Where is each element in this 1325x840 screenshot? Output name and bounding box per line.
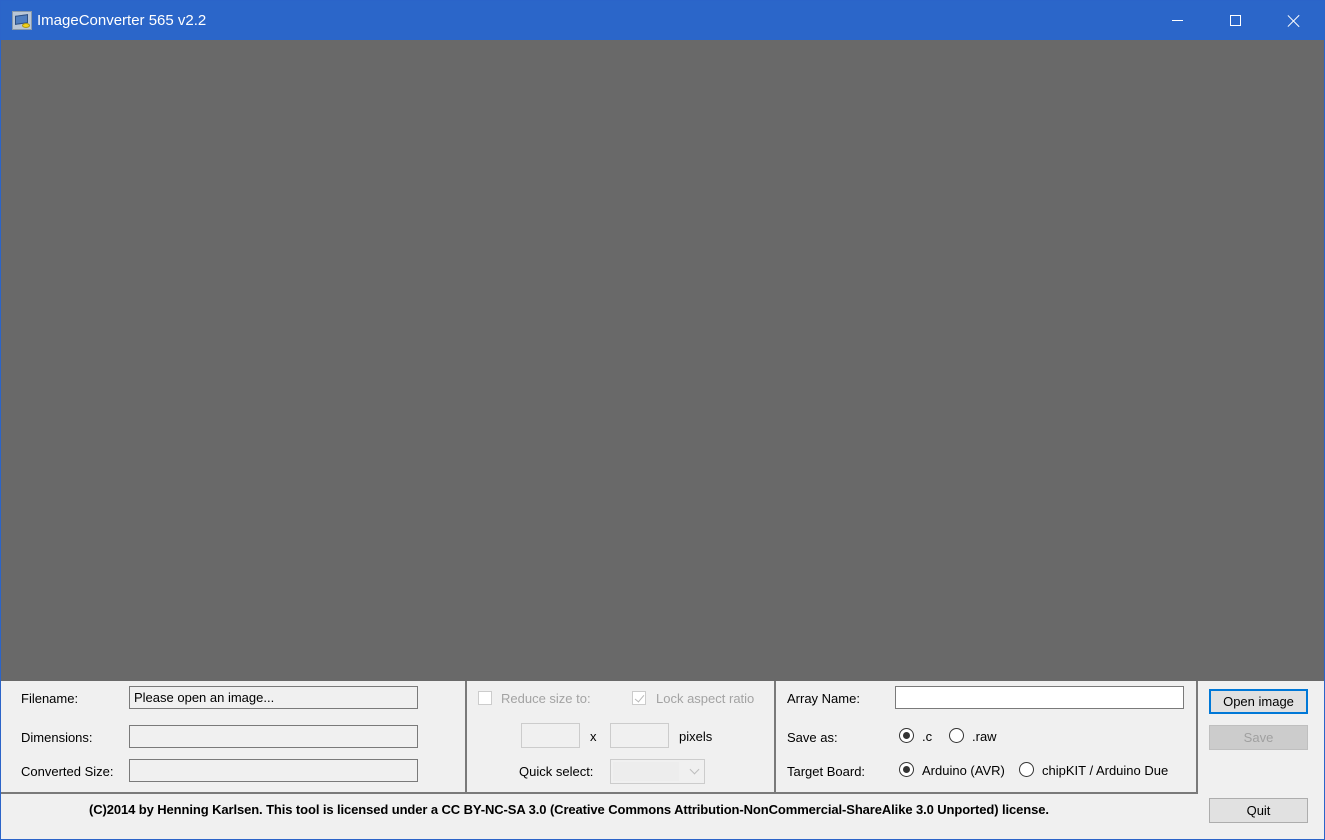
board-arduino-avr-radio[interactable] <box>899 762 914 777</box>
array-name-label: Array Name: <box>787 691 860 706</box>
save-as-raw-label[interactable]: .raw <box>972 729 997 744</box>
minimize-icon <box>1171 20 1183 21</box>
filename-label: Filename: <box>21 691 79 706</box>
lock-aspect-label: Lock aspect ratio <box>656 691 755 706</box>
checkmark-icon <box>634 692 645 703</box>
resize-panel: Reduce size to: Lock aspect ratio x pixe… <box>466 681 775 794</box>
quick-select-dropdown[interactable] <box>610 759 705 784</box>
save-as-raw-radio[interactable] <box>949 728 964 743</box>
window-title: ImageConverter 565 v2.2 <box>37 12 207 29</box>
maximize-button[interactable] <box>1206 1 1264 40</box>
app-icon[interactable] <box>12 11 32 30</box>
width-input[interactable] <box>521 723 580 748</box>
title-bar[interactable]: ImageConverter 565 v2.2 <box>1 1 1324 40</box>
save-as-c-radio[interactable] <box>899 728 914 743</box>
quit-button[interactable]: Quit <box>1209 798 1308 823</box>
lock-aspect-checkbox[interactable] <box>632 691 646 705</box>
quick-select-value <box>613 762 679 781</box>
file-info-panel: Filename: Please open an image... Dimens… <box>1 681 466 794</box>
pixels-label: pixels <box>679 729 713 744</box>
chevron-down-icon <box>689 764 700 775</box>
disk-icon-part <box>22 23 30 28</box>
quick-select-label: Quick select: <box>519 764 594 779</box>
open-image-button[interactable]: Open image <box>1209 689 1308 714</box>
filename-field[interactable]: Please open an image... <box>129 686 418 709</box>
minimize-button[interactable] <box>1148 1 1206 40</box>
target-board-label: Target Board: <box>787 764 866 779</box>
converted-size-field[interactable] <box>129 759 418 782</box>
times-label: x <box>590 729 597 744</box>
close-button[interactable] <box>1265 1 1323 40</box>
save-as-c-label[interactable]: .c <box>922 729 932 744</box>
close-icon <box>1287 14 1301 28</box>
array-name-input[interactable] <box>895 686 1184 709</box>
board-chipkit-label[interactable]: chipKIT / Arduino Due <box>1042 763 1168 778</box>
dimensions-field[interactable] <box>129 725 418 748</box>
board-chipkit-radio[interactable] <box>1019 762 1034 777</box>
converted-size-label: Converted Size: <box>21 764 114 779</box>
app-window: ImageConverter 565 v2.2 Filename: Please… <box>0 0 1325 840</box>
maximize-icon <box>1229 15 1241 26</box>
output-panel: Array Name: Save as: .c .raw Target Boar… <box>775 681 1198 794</box>
save-as-label: Save as: <box>787 730 838 745</box>
dimensions-label: Dimensions: <box>21 730 93 745</box>
reduce-size-checkbox[interactable] <box>478 691 492 705</box>
image-preview-area <box>1 40 1324 681</box>
save-button[interactable]: Save <box>1209 725 1308 750</box>
board-arduino-avr-label[interactable]: Arduino (AVR) <box>922 763 1005 778</box>
height-input[interactable] <box>610 723 669 748</box>
license-text: (C)2014 by Henning Karlsen. This tool is… <box>89 802 1049 817</box>
reduce-size-label: Reduce size to: <box>501 691 591 706</box>
